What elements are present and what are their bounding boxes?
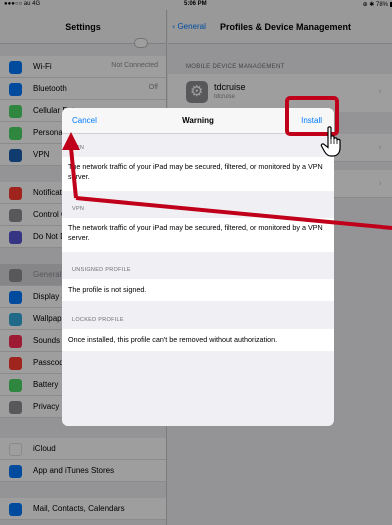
arrow-shaft <box>75 196 392 230</box>
arrow-head <box>62 132 80 150</box>
pointing-hand-icon <box>320 126 341 157</box>
arrow-shaft <box>69 147 78 199</box>
annotation-arrow <box>62 132 392 230</box>
